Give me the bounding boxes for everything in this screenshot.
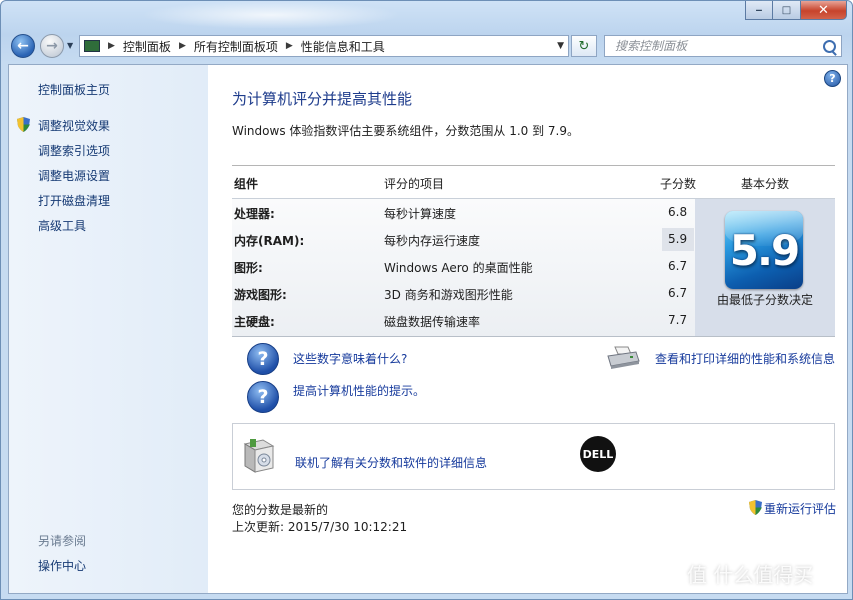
- row-item: 磁盘数据传输速率: [384, 315, 481, 329]
- refresh-button[interactable]: ↻: [571, 35, 597, 57]
- printer-icon: [607, 346, 640, 369]
- score-status: 您的分数是最新的: [232, 503, 329, 517]
- row-component: 游戏图形:: [234, 288, 287, 302]
- view-print-details-link[interactable]: 查看和打印详细的性能和系统信息: [655, 350, 835, 367]
- row-item: 3D 商务和游戏图形性能: [384, 288, 513, 302]
- row-item: Windows Aero 的桌面性能: [384, 261, 533, 275]
- row-subscore: 6.7: [668, 259, 688, 273]
- score-table: 组件 评分的项目 子分数 基本分数 处理器: 每秒计算速度 6.8 内存(RAM…: [232, 165, 835, 337]
- row-component: 主硬盘:: [234, 315, 275, 329]
- last-update: 上次更新: 2015/7/30 10:12:21: [232, 520, 408, 534]
- left-nav-pane: 控制面板主页 调整视觉效果 调整索引选项 调整电源设置 打开磁盘清理 高级工具 …: [9, 65, 208, 593]
- base-score-value: 5.9: [729, 225, 800, 275]
- row-component: 处理器:: [234, 207, 275, 221]
- forward-button[interactable]: →: [40, 34, 64, 58]
- base-score-note: 由最低子分数决定: [716, 293, 813, 307]
- address-dropdown-icon[interactable]: ▼: [557, 41, 564, 51]
- table-row: 处理器: 每秒计算速度 6.8: [232, 199, 695, 226]
- what-numbers-mean-link[interactable]: 这些数字意味着什么?: [293, 350, 407, 367]
- search-input[interactable]: [613, 38, 817, 54]
- close-icon: ✕: [818, 2, 829, 18]
- question-icon: ?: [247, 381, 279, 413]
- breadcrumb: ▶ 控制面板 ▶ 所有控制面板项 ▶ 性能信息和工具: [100, 38, 385, 55]
- caption-buttons: ‒ □ ✕: [745, 1, 847, 20]
- table-divider: [232, 165, 835, 166]
- oem-info-box: 联机了解有关分数和软件的详细信息 DELL: [232, 423, 835, 490]
- question-icon: ?: [247, 343, 279, 375]
- header-base-score: 基本分数: [741, 177, 790, 191]
- close-button[interactable]: ✕: [801, 1, 847, 20]
- row-subscore: 5.9: [668, 232, 688, 246]
- adjust-visual-effects-link[interactable]: 调整视觉效果: [38, 117, 110, 134]
- row-item: 每秒内存运行速度: [384, 234, 481, 248]
- table-row: 主硬盘: 磁盘数据传输速率 7.7: [232, 307, 695, 334]
- breadcrumb-all-items[interactable]: 所有控制面板项: [194, 38, 278, 55]
- search-icon[interactable]: [823, 39, 836, 53]
- refresh-icon: ↻: [578, 38, 590, 54]
- window-frame: ‒ □ ✕ ← → ▼ ▶ 控制面板 ▶ 所有控制面板项 ▶ 性能信息和工具 ▼…: [0, 0, 853, 600]
- advanced-tools-link[interactable]: 高级工具: [38, 217, 86, 234]
- breadcrumb-performance[interactable]: 性能信息和工具: [301, 38, 385, 55]
- page-description: Windows 体验指数评估主要系统组件，分数范围从 1.0 到 7.9。: [232, 124, 579, 138]
- recent-pages-dropdown-icon[interactable]: ▼: [67, 41, 73, 50]
- forward-arrow-icon: →: [46, 38, 58, 54]
- action-center-link[interactable]: 操作中心: [38, 557, 86, 574]
- learn-online-link[interactable]: 联机了解有关分数和软件的详细信息: [295, 454, 487, 471]
- table-row: 内存(RAM): 每秒内存运行速度 5.9: [232, 226, 695, 253]
- address-bar[interactable]: ▶ 控制面板 ▶ 所有控制面板项 ▶ 性能信息和工具 ▼: [79, 35, 569, 57]
- row-subscore: 6.8: [668, 205, 688, 219]
- control-panel-home-link[interactable]: 控制面板主页: [38, 81, 110, 98]
- row-subscore: 6.7: [668, 286, 688, 300]
- base-score-panel: 5.9 由最低子分数决定: [695, 199, 835, 336]
- minimize-icon: ‒: [755, 4, 763, 16]
- content-pane: 控制面板主页 调整视觉效果 调整索引选项 调整电源设置 打开磁盘清理 高级工具 …: [8, 64, 848, 594]
- back-arrow-icon: ←: [17, 38, 29, 54]
- adjust-indexing-link[interactable]: 调整索引选项: [38, 142, 110, 159]
- uac-shield-icon: [749, 500, 762, 515]
- adjust-power-link[interactable]: 调整电源设置: [38, 167, 110, 184]
- search-box: [604, 35, 842, 57]
- uac-shield-icon: [17, 117, 30, 132]
- maximize-button[interactable]: □: [773, 1, 801, 20]
- rerun-assessment-link[interactable]: 重新运行评估: [764, 500, 836, 517]
- table-row: 图形: Windows Aero 的桌面性能 6.7: [232, 253, 695, 280]
- table-body: 处理器: 每秒计算速度 6.8 内存(RAM): 每秒内存运行速度 5.9 图形…: [232, 198, 835, 337]
- row-item: 每秒计算速度: [384, 207, 457, 221]
- disk-cleanup-link[interactable]: 打开磁盘清理: [38, 192, 110, 209]
- breadcrumb-chevron-icon[interactable]: ▶: [108, 41, 115, 51]
- help-icon[interactable]: ?: [824, 70, 841, 87]
- breadcrumb-control-panel[interactable]: 控制面板: [123, 38, 171, 55]
- table-row: 游戏图形: 3D 商务和游戏图形性能 6.7: [232, 280, 695, 307]
- row-component: 内存(RAM):: [234, 234, 305, 248]
- back-button[interactable]: ←: [11, 34, 35, 58]
- header-component: 组件: [234, 177, 259, 191]
- breadcrumb-chevron-icon[interactable]: ▶: [286, 41, 293, 51]
- base-score-badge: 5.9: [725, 211, 803, 289]
- control-panel-folder-icon: [84, 40, 100, 52]
- page-title: 为计算机评分并提高其性能: [232, 90, 413, 108]
- software-box-icon: [243, 439, 275, 473]
- maximize-icon: □: [781, 4, 792, 16]
- header-rated-item: 评分的项目: [384, 177, 445, 191]
- row-component: 图形:: [234, 261, 263, 275]
- header-subscore: 子分数: [660, 177, 697, 191]
- watermark: 值 什么值得买: [687, 563, 814, 587]
- see-also-heading: 另请参阅: [38, 534, 87, 548]
- dell-logo: DELL: [580, 436, 616, 472]
- row-subscore: 7.7: [668, 313, 688, 327]
- minimize-button[interactable]: ‒: [745, 1, 773, 20]
- breadcrumb-chevron-icon[interactable]: ▶: [179, 41, 186, 51]
- performance-tips-link[interactable]: 提高计算机性能的提示。: [293, 382, 425, 399]
- titlebar-glow: [141, 1, 401, 29]
